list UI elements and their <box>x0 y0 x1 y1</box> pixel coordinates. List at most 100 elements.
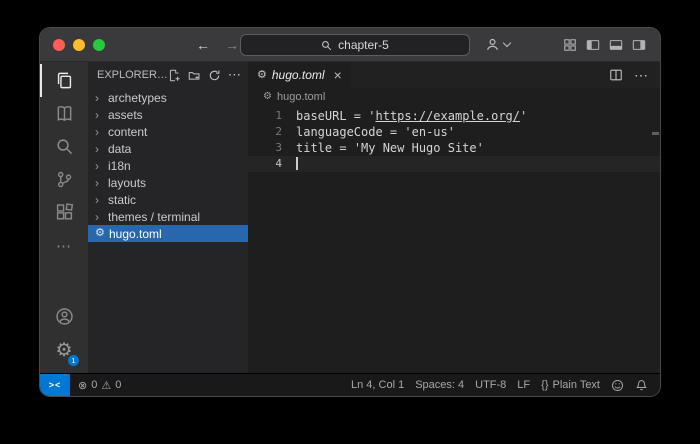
split-editor-icon[interactable] <box>609 68 623 82</box>
explorer-header: EXPLORER… ⋯ <box>88 62 248 88</box>
tree-item-static[interactable]: › static <box>88 191 248 208</box>
eol-setting[interactable]: LF <box>517 379 530 391</box>
minimize-window-button[interactable] <box>73 39 85 51</box>
tree-item-data[interactable]: › data <box>88 140 248 157</box>
new-file-icon[interactable] <box>168 69 181 82</box>
tree-item-hugo-toml[interactable]: ⚙ hugo.toml <box>88 225 248 242</box>
tree-item-layouts[interactable]: › layouts <box>88 174 248 191</box>
new-folder-icon[interactable] <box>188 69 201 82</box>
title-bar: ← → chapter-5 <box>40 28 660 62</box>
language-label: Plain Text <box>552 379 601 391</box>
breadcrumb[interactable]: ⚙ hugo.toml <box>248 88 660 106</box>
forward-icon[interactable]: → <box>225 37 239 53</box>
tree-item-label: assets <box>108 107 143 122</box>
text-cursor <box>296 157 298 170</box>
code-editor[interactable]: 1 baseURL = 'https://example.org/' 2 lan… <box>248 106 660 373</box>
customize-layout-icon[interactable] <box>563 38 577 52</box>
code-line-1: 1 baseURL = 'https://example.org/' <box>248 108 660 124</box>
code-text: title = 'My New Hugo Site' <box>296 141 484 155</box>
vscode-window: ← → chapter-5 ⋯ ⚙ 1 EXPLORER… ⋯ › archet… <box>40 28 660 396</box>
accounts-icon[interactable] <box>40 300 88 333</box>
zoom-window-button[interactable] <box>93 39 105 51</box>
explorer-view-icon[interactable] <box>40 64 88 97</box>
activity-bar: ⋯ ⚙ 1 <box>40 62 88 373</box>
feedback-smiley-icon[interactable] <box>611 379 624 392</box>
explorer-title: EXPLORER… <box>97 69 168 81</box>
desktop-background: ← → chapter-5 ⋯ ⚙ 1 EXPLORER… ⋯ › archet… <box>0 0 700 444</box>
status-bar: >< ⊗ 0 ⚠ 0 Ln 4, Col 1 Spaces: 4 UTF-8 L… <box>40 373 660 396</box>
tree-item-archetypes[interactable]: › archetypes <box>88 89 248 106</box>
explorer-actions: ⋯ <box>168 67 242 83</box>
error-count: 0 <box>91 379 98 391</box>
settings-badge: 1 <box>68 355 79 366</box>
cursor-position[interactable]: Ln 4, Col 1 <box>351 379 404 391</box>
language-mode[interactable]: {} Plain Text <box>541 379 600 391</box>
tree-item-label: i18n <box>108 158 131 173</box>
chevron-right-icon: › <box>95 141 99 156</box>
status-bar-right: Ln 4, Col 1 Spaces: 4 UTF-8 LF {} Plain … <box>351 379 660 392</box>
book-view-icon[interactable] <box>40 97 88 130</box>
source-control-view-icon[interactable] <box>40 163 88 196</box>
encoding-setting[interactable]: UTF-8 <box>475 379 506 391</box>
tree-item-label: static <box>108 192 137 207</box>
tab-hugo-toml[interactable]: ⚙ hugo.toml × <box>248 62 351 88</box>
code-line-2: 2 languageCode = 'en-us' <box>248 124 660 140</box>
gear-file-icon: ⚙ <box>263 91 272 102</box>
tree-item-assets[interactable]: › assets <box>88 106 248 123</box>
editor-actions: ⋯ <box>609 62 660 88</box>
code-line-4: 4 <box>248 156 660 172</box>
history-navigation: ← → <box>196 28 239 61</box>
tree-item-label: content <box>108 124 148 139</box>
line-number: 4 <box>275 157 282 170</box>
back-icon[interactable]: ← <box>196 37 210 53</box>
line-number: 2 <box>275 125 282 138</box>
close-tab-icon[interactable]: × <box>334 68 342 82</box>
tree-item-label: hugo.toml <box>109 226 162 241</box>
editor-more-actions-icon[interactable]: ⋯ <box>634 67 649 84</box>
refresh-explorer-icon[interactable] <box>208 69 221 82</box>
search-value: chapter-5 <box>338 38 389 52</box>
toggle-secondary-sidebar-icon[interactable] <box>632 38 646 52</box>
more-views-icon[interactable]: ⋯ <box>40 229 88 262</box>
toggle-primary-sidebar-icon[interactable] <box>586 38 600 52</box>
activity-bar-bottom: ⚙ 1 <box>40 300 88 367</box>
tree-item-label: layouts <box>108 175 147 190</box>
explorer-more-actions-icon[interactable]: ⋯ <box>228 67 242 83</box>
workbench: ⋯ ⚙ 1 EXPLORER… ⋯ › archetypes › assets … <box>40 62 660 373</box>
chevron-right-icon: › <box>95 158 99 173</box>
layout-controls <box>563 28 646 61</box>
tree-item-label: data <box>108 141 132 156</box>
tree-item-i18n[interactable]: › i18n <box>88 157 248 174</box>
error-icon: ⊗ <box>78 379 88 392</box>
indentation-setting[interactable]: Spaces: 4 <box>415 379 464 391</box>
search-icon <box>321 40 332 51</box>
tab-label: hugo.toml <box>271 68 325 82</box>
code-text: baseURL = 'https://example.org/' <box>296 109 528 123</box>
toggle-panel-icon[interactable] <box>609 38 623 52</box>
code-line-3: 3 title = 'My New Hugo Site' <box>248 140 660 156</box>
extensions-view-icon[interactable] <box>40 196 88 229</box>
account-menu[interactable] <box>485 28 512 61</box>
chevron-down-icon <box>502 38 512 48</box>
braces-icon: {} <box>541 379 549 391</box>
chevron-right-icon: › <box>95 209 99 224</box>
line-number: 3 <box>275 141 282 154</box>
chevron-right-icon: › <box>95 192 99 207</box>
tree-item-content[interactable]: › content <box>88 123 248 140</box>
window-controls <box>53 39 105 51</box>
remote-indicator[interactable]: >< <box>40 374 70 396</box>
code-text <box>282 156 298 172</box>
problems-summary[interactable]: ⊗ 0 ⚠ 0 <box>70 379 121 392</box>
gear-file-icon: ⚙ <box>95 227 105 239</box>
file-tree: › archetypes › assets › content › data ›… <box>88 89 248 242</box>
notifications-bell-icon[interactable] <box>635 379 648 392</box>
search-view-icon[interactable] <box>40 130 88 163</box>
detected-link[interactable]: https://example.org/ <box>376 109 521 123</box>
settings-gear[interactable]: ⚙ 1 <box>40 333 88 367</box>
warning-count: 0 <box>115 379 122 391</box>
breadcrumb-item: hugo.toml <box>276 91 326 103</box>
command-center-search[interactable]: chapter-5 <box>240 34 470 56</box>
tree-item-themes-terminal[interactable]: › themes / terminal <box>88 208 248 225</box>
close-window-button[interactable] <box>53 39 65 51</box>
tab-bar: ⚙ hugo.toml × ⋯ <box>248 62 660 88</box>
